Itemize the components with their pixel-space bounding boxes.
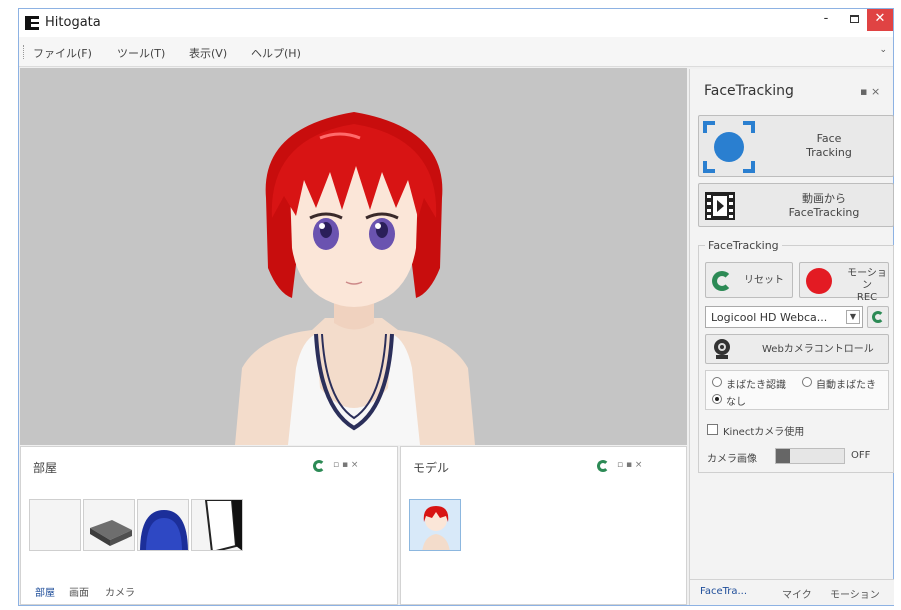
kinect-checkbox-label: Kinectカメラ使用 [723, 427, 805, 438]
room-corner-image [204, 500, 242, 550]
room-panel-title: 部屋 [33, 461, 58, 475]
face-tracking-icon [703, 121, 755, 173]
menu-bar: ファイル(F) ツール(T) 表示(V) ヘルプ(H) ⌄ [19, 37, 893, 67]
reset-label: リセット [744, 275, 784, 286]
facetracking-panel-title: FaceTracking [704, 83, 794, 99]
room-dome-image [140, 510, 188, 550]
camera-image-toggle[interactable] [775, 448, 845, 464]
camera-refresh-button[interactable] [867, 306, 889, 328]
toggle-knob[interactable] [776, 449, 790, 463]
close-button[interactable]: ✕ [867, 9, 893, 31]
film-icon [705, 192, 735, 220]
motion-rec-line1: モーション [847, 268, 887, 291]
motion-rec-label: モーション REC [846, 268, 888, 304]
radio-none-label: なし [726, 397, 746, 408]
radio-none[interactable] [712, 394, 722, 404]
maximize-icon [849, 15, 859, 23]
room-panel: 部屋 ▫ ▪ × 部屋 画面 カメラ [20, 446, 398, 605]
refresh-icon[interactable] [597, 460, 609, 472]
camera-select[interactable]: Logicool HD Webca... ▼ [705, 306, 863, 328]
camera-select-value: Logicool HD Webca... [711, 311, 828, 324]
title-bar: Hitogata - ✕ [19, 9, 893, 37]
video-label-line2: FaceTracking [788, 206, 860, 219]
record-icon [806, 268, 832, 294]
room-box-image [90, 520, 132, 546]
room-panel-tabs: 部屋 画面 カメラ [21, 578, 397, 604]
motion-rec-button[interactable]: モーション REC [799, 262, 889, 303]
kinect-checkbox[interactable] [707, 424, 718, 435]
menu-tools[interactable]: ツール(T) [117, 45, 165, 61]
refresh-icon [712, 271, 732, 291]
video-label-line1: 動画から [802, 192, 846, 205]
menu-file[interactable]: ファイル(F) [33, 45, 92, 61]
panel-window-controls[interactable]: ▫ ▪ × [617, 460, 642, 470]
chevron-down-icon[interactable]: ⌄ [879, 45, 887, 55]
menu-view[interactable]: 表示(V) [189, 45, 227, 61]
room-thumb-box[interactable] [83, 499, 135, 551]
app-window: Hitogata - ✕ ファイル(F) ツール(T) 表示(V) ヘルプ(H)… [18, 8, 894, 606]
model-avatar-image [422, 506, 450, 550]
model-viewport[interactable] [20, 68, 687, 445]
tab-camera[interactable]: カメラ [105, 584, 135, 599]
facetracking-panel: FaceTracking ▪ × Face Tracking 動画から Face… [689, 69, 894, 605]
model-panel-title: モデル [413, 461, 450, 475]
radio-blink-detect-label: まばたき認識 [726, 380, 786, 391]
camera-image-label: カメラ画像 [707, 454, 757, 465]
tab-motion[interactable]: モーション [830, 586, 880, 601]
camera-image-state: OFF [851, 450, 871, 461]
radio-blink-detect[interactable] [712, 377, 722, 387]
model-thumb-avatar[interactable] [409, 499, 461, 551]
tab-room[interactable]: 部屋 [35, 584, 55, 599]
facetracking-panel-tabs: FaceTra... マイク モーション [690, 579, 894, 605]
facetracking-group-label: FaceTracking [705, 239, 782, 252]
tab-screen[interactable]: 画面 [69, 584, 89, 599]
video-face-tracking-button[interactable]: 動画から FaceTracking [698, 183, 894, 227]
webcam-icon [714, 339, 730, 359]
panel-window-controls[interactable]: ▪ × [860, 85, 880, 98]
refresh-icon[interactable] [313, 460, 325, 472]
video-face-tracking-label: 動画から FaceTracking [759, 192, 889, 220]
tab-mic[interactable]: マイク [782, 586, 812, 601]
radio-auto-blink[interactable] [802, 377, 812, 387]
room-thumb-blank[interactable] [29, 499, 81, 551]
chevron-down-icon[interactable]: ▼ [846, 310, 860, 324]
face-tracking-label-line2: Tracking [806, 146, 852, 159]
face-tracking-button[interactable]: Face Tracking [698, 115, 894, 177]
room-thumb-dome[interactable] [137, 499, 189, 551]
menu-grip-icon [23, 45, 25, 59]
avatar-render [235, 112, 475, 445]
webcam-control-button[interactable]: Webカメラコントロール [705, 334, 889, 364]
model-panel: モデル ▫ ▪ × [400, 446, 687, 605]
webcam-control-label: Webカメラコントロール [762, 344, 874, 355]
menu-help[interactable]: ヘルプ(H) [251, 45, 301, 61]
motion-rec-line2: REC [856, 292, 878, 303]
app-logo-icon [25, 16, 39, 30]
room-thumb-corner[interactable] [191, 499, 243, 551]
radio-auto-blink-label: 自動まばたき [816, 380, 876, 391]
tab-facetracking[interactable]: FaceTra... [700, 586, 747, 597]
panel-window-controls[interactable]: ▫ ▪ × [333, 460, 358, 470]
blink-options: まばたき認識 自動まばたき なし [705, 370, 889, 410]
minimize-button[interactable]: - [813, 9, 839, 31]
reset-button[interactable]: リセット [705, 262, 793, 298]
face-tracking-label: Face Tracking [779, 132, 879, 160]
window-title: Hitogata [45, 15, 101, 30]
refresh-icon [872, 311, 884, 323]
facetracking-group: FaceTracking リセット モーション REC Logicool HD … [698, 239, 894, 473]
maximize-button[interactable] [841, 9, 867, 31]
face-tracking-label-line1: Face [816, 132, 842, 145]
